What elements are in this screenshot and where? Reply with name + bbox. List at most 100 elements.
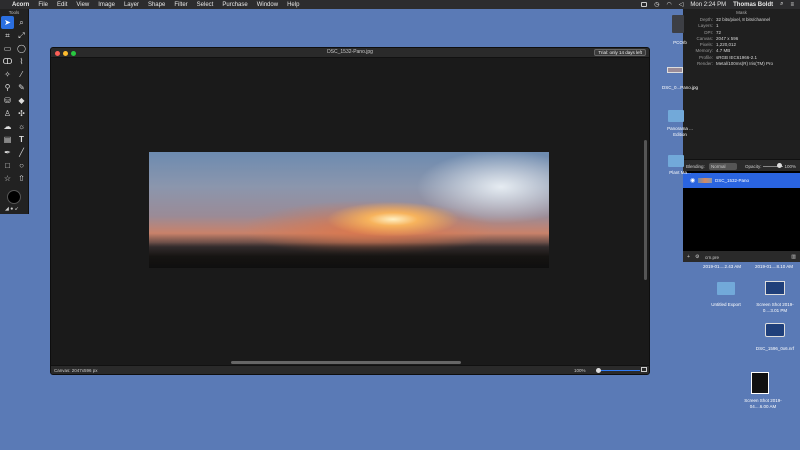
desktop-icon-label: Screen Shot 2019-0....3.01 PM: [756, 302, 794, 313]
volume-icon[interactable]: ◁: [679, 1, 684, 8]
eyedropper-icon[interactable]: ⚲: [1, 81, 14, 94]
panorama-image[interactable]: [149, 152, 549, 268]
heal-icon[interactable]: ✣: [15, 107, 28, 120]
folder-icon: [668, 155, 684, 167]
info-value: Metal/100ms(R) Iris(TM) Pro: [716, 61, 774, 67]
desktop-icon-label[interactable]: 2019-01....2.43 AM: [700, 264, 744, 270]
screenshot-thumbnail: [751, 372, 769, 394]
window-title: DSC_1532-Pano.jpg: [327, 49, 373, 55]
zoom-level: 100%: [574, 368, 586, 373]
folder-icon: [717, 282, 735, 295]
menu-bar: Acorn File Edit View Image Layer Shape F…: [0, 0, 800, 9]
desktop-icon-label: Panorama ... Edition: [667, 126, 693, 137]
menu-help[interactable]: Help: [287, 2, 299, 8]
document-window: DSC_1532-Pano.jpg Trial: only 14 days le…: [50, 47, 650, 375]
gradient-icon[interactable]: ▤: [1, 133, 14, 146]
blending-label: Blending:: [686, 164, 705, 169]
vertical-scrollbar[interactable]: [644, 140, 647, 280]
brush-icon[interactable]: ⁄: [15, 68, 28, 81]
oval-shape-icon[interactable]: ○: [15, 159, 28, 172]
canvas-size-label: Canvas: 2047x596 px: [54, 368, 98, 373]
folder-icon: [668, 110, 684, 122]
arrow-shape-icon[interactable]: ⇧: [15, 172, 28, 185]
layer-thumbnail: [698, 178, 712, 183]
line-icon[interactable]: ╱: [15, 146, 28, 159]
desktop-icon-label: DSC_1596_0x6.nrf: [755, 346, 795, 351]
blending-mode-select[interactable]: Normal: [709, 162, 737, 170]
color-swatch[interactable]: [7, 190, 21, 204]
desktop-icon-label: Screen Shot 2019-04....6.00 AM: [744, 398, 782, 409]
desktop-icon-label: Plant Ma...: [669, 170, 691, 175]
user-name[interactable]: Thomas Boldt: [733, 2, 773, 8]
tools-title: Tools: [8, 10, 20, 15]
layer-row[interactable]: ◉ DSC_1532-Pano: [683, 173, 800, 188]
fit-window-icon[interactable]: [641, 367, 647, 372]
menu-edit[interactable]: Edit: [57, 2, 67, 8]
paint-bucket-icon[interactable]: ⛁: [1, 94, 14, 107]
menu-file[interactable]: File: [38, 2, 48, 8]
swap-colors-icon[interactable]: ◢ ● ↙: [5, 206, 19, 212]
desktop-icon-label: PCOrb: [673, 40, 687, 45]
menu-view[interactable]: View: [76, 2, 89, 8]
layer-name: DSC_1532-Pano: [715, 178, 750, 183]
time-machine-icon[interactable]: ◷: [654, 1, 659, 8]
add-layer-button[interactable]: +: [687, 254, 690, 260]
transform-icon[interactable]: ⤢: [15, 29, 28, 42]
clone-stamp-icon[interactable]: ♙: [1, 107, 14, 120]
image-file-icon: [667, 67, 683, 73]
desktop-icon-label: DSC_0...Pano.jpg: [661, 85, 699, 90]
status-bar: Canvas: 2047x596 px 100%: [51, 365, 649, 374]
menu-purchase[interactable]: Purchase: [222, 2, 247, 8]
dodge-icon[interactable]: ☼: [15, 120, 28, 133]
layer-menu-icon[interactable]: ⚙: [695, 254, 699, 260]
rect-select-icon[interactable]: ▭: [1, 42, 14, 55]
menu-window[interactable]: Window: [257, 2, 278, 8]
lasso-icon[interactable]: ↀ: [1, 55, 14, 68]
layers-list: ◉ DSC_1532-Pano: [683, 171, 800, 251]
crop-icon[interactable]: ⌗: [1, 29, 14, 42]
ellipse-select-icon[interactable]: ◯: [15, 42, 28, 55]
text-icon[interactable]: T: [15, 133, 28, 146]
desktop-icon-label: Untitled Export: [711, 302, 741, 307]
notification-center-icon[interactable]: ≡: [790, 2, 794, 8]
info-panel: Mask Depth: 32 bits/pixel, 8 bits/channel…: [683, 9, 800, 159]
status-area: ◷ ◠ ◁ Mon 2:24 PM Thomas Boldt ⌕ ≡: [641, 0, 794, 9]
layers-toolbar: + ⚙ crn.pre ▥: [683, 251, 800, 262]
raw-file-icon: [765, 323, 785, 337]
menu-layer[interactable]: Layer: [124, 2, 139, 8]
eraser-icon[interactable]: ◆: [15, 94, 28, 107]
screen-mirror-icon[interactable]: [641, 2, 648, 7]
screenshot-thumbnail: [765, 281, 785, 295]
pen-icon[interactable]: ✒: [1, 146, 14, 159]
blending-bar: Blending: Normal Opacity: 100%: [683, 159, 800, 171]
opacity-label: Opacity:: [745, 164, 762, 169]
polygon-lasso-icon[interactable]: ⌇: [15, 55, 28, 68]
visibility-eye-icon[interactable]: ◉: [690, 177, 695, 184]
spotlight-icon[interactable]: ⌕: [780, 1, 783, 8]
info-value: 32 bits/pixel, 8 bits/channel: [716, 17, 771, 22]
info-key: Render:: [696, 61, 713, 67]
desktop-icon-label[interactable]: 2019-01....8.10 AM: [750, 264, 798, 270]
zoom-icon[interactable]: ⌕: [15, 16, 28, 29]
menu-app[interactable]: Acorn: [12, 2, 29, 8]
menu-select[interactable]: Select: [197, 2, 214, 8]
wifi-icon[interactable]: ◠: [667, 1, 672, 8]
trial-badge[interactable]: Trial: only 14 days left: [594, 49, 646, 56]
tools-palette: Tools ➤ ⌕ ⌗ ⤢ ▭ ◯ ↀ ⌇ ✧ ⁄ ⚲ ✎ ⛁ ◆ ♙ ✣ ☁ …: [0, 9, 29, 214]
star-shape-icon[interactable]: ☆: [1, 172, 14, 185]
clock[interactable]: Mon 2:24 PM: [690, 2, 726, 8]
trash-icon[interactable]: ▥: [791, 254, 796, 260]
pencil-icon[interactable]: ✎: [15, 81, 28, 94]
menu-image[interactable]: Image: [98, 2, 115, 8]
magic-wand-icon[interactable]: ✧: [1, 68, 14, 81]
info-header: Mask: [736, 10, 747, 15]
rect-shape-icon[interactable]: □: [1, 159, 14, 172]
select-arrow-icon[interactable]: ➤: [1, 16, 14, 29]
burn-icon[interactable]: ☁: [1, 120, 14, 133]
menu-filter[interactable]: Filter: [174, 2, 187, 8]
title-bar[interactable]: DSC_1532-Pano.jpg Trial: only 14 days le…: [51, 48, 649, 58]
layer-name-field[interactable]: crn.pre: [705, 255, 719, 260]
opacity-value: 100%: [784, 164, 796, 169]
horizontal-scrollbar[interactable]: [231, 361, 461, 364]
menu-shape[interactable]: Shape: [148, 2, 165, 8]
